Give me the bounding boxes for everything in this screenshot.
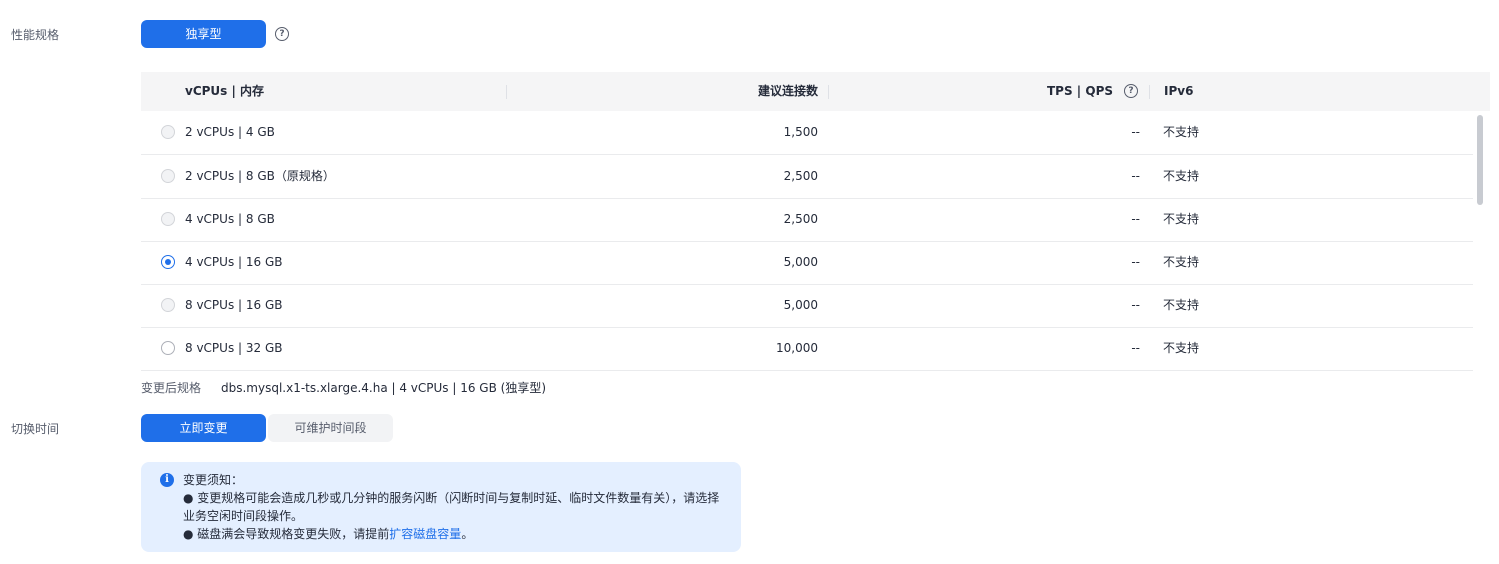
expand-disk-link[interactable]: 扩容磁盘容量 <box>389 527 461 541</box>
header-tps-qps: TPS | QPS <box>1047 84 1113 98</box>
row-radio[interactable] <box>161 169 175 183</box>
row-ipv6: 不支持 <box>1163 341 1200 355</box>
notice-line-1: ● 变更规格可能会造成几秒或几分钟的服务闪断（闪断时间与复制时延、临时文件数量有… <box>183 491 720 505</box>
changed-spec-value: dbs.mysql.x1-ts.xlarge.4.ha | 4 vCPUs | … <box>221 381 547 395</box>
header-divider <box>506 85 507 99</box>
row-radio-selected[interactable] <box>161 255 175 269</box>
row-spec: 2 vCPUs | 4 GB <box>185 125 275 139</box>
row-ipv6: 不支持 <box>1163 298 1200 312</box>
row-ipv6: 不支持 <box>1163 169 1200 183</box>
immediate-change-button[interactable]: 立即变更 <box>141 414 266 442</box>
spec-label: 性能规格 <box>11 28 60 42</box>
row-ipv6: 不支持 <box>1163 212 1200 226</box>
change-notice: i 变更须知： ● 变更规格可能会造成几秒或几分钟的服务闪断（闪断时间与复制时延… <box>141 462 741 552</box>
table-scrollbar[interactable] <box>1477 115 1483 205</box>
row-tps-qps: -- <box>1131 125 1140 139</box>
header-divider <box>1149 85 1150 99</box>
row-tps-qps: -- <box>1131 298 1140 312</box>
spec-table: vCPUs | 内存 建议连接数 TPS | QPS ? IPv6 2 vCPU… <box>141 72 1490 371</box>
table-row[interactable]: 4 vCPUs | 16 GB 5,000 -- 不支持 <box>141 241 1473 285</box>
notice-title: 变更须知： <box>183 473 244 487</box>
row-tps-qps: -- <box>1131 212 1140 226</box>
notice-line-2: 业务空闲时间段操作。 <box>183 509 304 523</box>
row-ipv6: 不支持 <box>1163 125 1200 139</box>
row-connections: 5,000 <box>783 255 818 269</box>
row-spec: 4 vCPUs | 8 GB <box>185 212 275 226</box>
row-radio[interactable] <box>161 125 175 139</box>
info-icon: i <box>160 473 174 487</box>
header-connections: 建议连接数 <box>757 84 818 98</box>
help-icon[interactable]: ? <box>275 27 289 41</box>
row-connections: 2,500 <box>783 212 818 226</box>
row-spec: 2 vCPUs | 8 GB（原规格） <box>185 169 335 183</box>
row-tps-qps: -- <box>1131 341 1140 355</box>
dedicated-type-button[interactable]: 独享型 <box>141 20 266 48</box>
row-spec: 4 vCPUs | 16 GB <box>185 255 283 269</box>
row-connections: 2,500 <box>783 169 818 183</box>
notice-line-3: ● 磁盘满会导致规格变更失败，请提前扩容磁盘容量。 <box>183 525 473 543</box>
row-tps-qps: -- <box>1131 169 1140 183</box>
row-tps-qps: -- <box>1131 255 1140 269</box>
tps-help-icon[interactable]: ? <box>1124 84 1138 98</box>
row-spec: 8 vCPUs | 32 GB <box>185 341 283 355</box>
table-header: vCPUs | 内存 建议连接数 TPS | QPS ? IPv6 <box>141 72 1490 111</box>
row-connections: 5,000 <box>783 298 818 312</box>
table-row[interactable]: 2 vCPUs | 8 GB（原规格） 2,500 -- 不支持 <box>141 155 1473 199</box>
table-row[interactable]: 2 vCPUs | 4 GB 1,500 -- 不支持 <box>141 111 1473 155</box>
switch-time-label: 切换时间 <box>11 422 60 436</box>
row-spec: 8 vCPUs | 16 GB <box>185 298 283 312</box>
header-divider <box>828 85 829 99</box>
table-row[interactable]: 8 vCPUs | 16 GB 5,000 -- 不支持 <box>141 284 1473 328</box>
maintenance-window-button[interactable]: 可维护时间段 <box>268 414 393 442</box>
row-radio[interactable] <box>161 212 175 226</box>
notice-line-3-suffix: 。 <box>461 527 474 541</box>
header-vcpu-memory: vCPUs | 内存 <box>185 84 265 98</box>
row-connections: 1,500 <box>783 125 818 139</box>
notice-line-3-prefix: ● 磁盘满会导致规格变更失败，请提前 <box>183 527 390 541</box>
row-radio[interactable] <box>161 341 175 355</box>
table-row[interactable]: 8 vCPUs | 32 GB 10,000 -- 不支持 <box>141 327 1473 371</box>
header-ipv6: IPv6 <box>1164 84 1194 98</box>
changed-spec-label: 变更后规格 <box>141 381 202 395</box>
table-row[interactable]: 4 vCPUs | 8 GB 2,500 -- 不支持 <box>141 198 1473 242</box>
row-radio[interactable] <box>161 298 175 312</box>
row-connections: 10,000 <box>776 341 818 355</box>
row-ipv6: 不支持 <box>1163 255 1200 269</box>
